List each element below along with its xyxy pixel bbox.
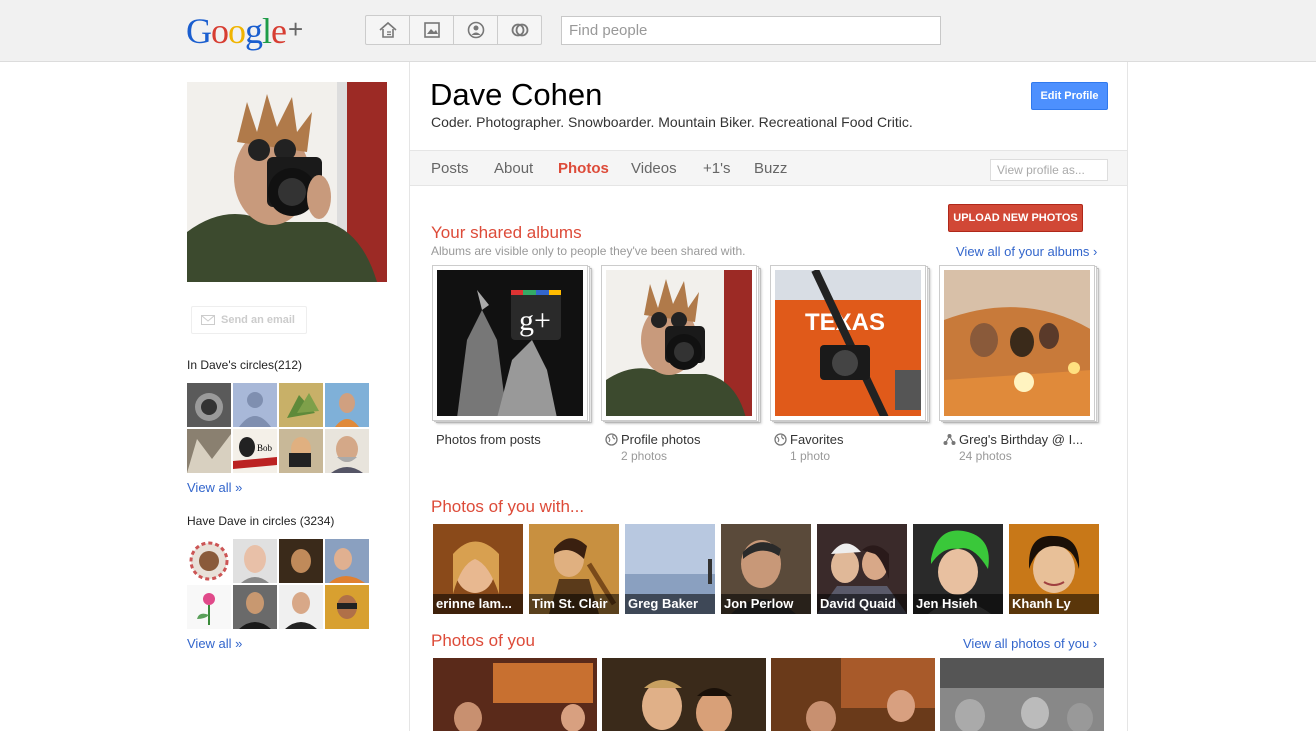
view-all-in-circles-link[interactable]: View all » [187, 480, 242, 495]
profile-icon [467, 21, 484, 39]
follower-avatar[interactable] [233, 585, 277, 629]
profile-photo[interactable] [187, 82, 387, 282]
photos-with-title: Photos of you with... [431, 497, 585, 516]
follower-avatar[interactable] [325, 539, 369, 583]
shared-albums-title: Your shared albums [431, 223, 582, 242]
follower-avatar[interactable] [279, 539, 323, 583]
photo-of-you[interactable] [602, 658, 766, 731]
circle-member-avatar[interactable] [233, 383, 277, 427]
profile-name: Dave Cohen [430, 77, 603, 112]
photo-of-you[interactable] [940, 658, 1104, 731]
edit-profile-button[interactable]: Edit Profile [1031, 82, 1108, 110]
profile-tagline: Coder. Photographer. Snowboarder. Mounta… [431, 114, 913, 130]
circle-member-avatar[interactable] [279, 383, 323, 427]
profile-tabs: Posts About Photos Videos +1's Buzz View… [410, 150, 1127, 186]
tab-videos[interactable]: Videos [631, 160, 677, 177]
follower-avatar[interactable] [279, 585, 323, 629]
person-tile[interactable]: David Quaid [817, 524, 907, 614]
home-nav-button[interactable] [365, 15, 410, 45]
album-title: Photos from posts [436, 432, 541, 447]
upload-new-photos-button[interactable]: UPLOAD NEW PHOTOS [948, 204, 1083, 232]
in-circles-title: In Dave's circles(212) [187, 358, 302, 372]
person-name: Khanh Ly [1009, 594, 1099, 614]
home-icon [378, 21, 397, 38]
tab-about[interactable]: About [494, 160, 533, 177]
album-card[interactable]: g+ Photos from posts [432, 265, 592, 447]
photo-of-you[interactable] [771, 658, 935, 731]
circle-member-avatar[interactable] [279, 429, 323, 473]
have-in-circles-title: Have Dave in circles (3234) [187, 514, 335, 528]
photos-nav-button[interactable] [409, 15, 454, 45]
shared-albums-subtitle: Albums are visible only to people they'v… [431, 244, 746, 258]
person-name: Jen Hsieh [913, 594, 1003, 614]
person-name: Tim St. Clair [529, 594, 619, 614]
view-all-followers-link[interactable]: View all » [187, 636, 242, 651]
circle-member-avatar[interactable] [187, 383, 231, 427]
album-title: Greg's Birthday @ I... [959, 432, 1084, 447]
album-cover [606, 270, 752, 416]
view-profile-as-input[interactable]: View profile as... [990, 159, 1108, 181]
have-in-circles-grid [187, 539, 369, 629]
follower-avatar[interactable] [187, 539, 231, 583]
album-card[interactable]: Greg's Birthday @ I... 24 photos [939, 265, 1099, 463]
album-title: Profile photos [621, 432, 701, 447]
circle-member-avatar[interactable] [187, 429, 231, 473]
globe-icon [605, 433, 618, 446]
profile-nav-button[interactable] [453, 15, 498, 45]
send-email-button[interactable]: Send an email [191, 306, 307, 334]
album-count: 24 photos [959, 449, 1012, 463]
person-tile[interactable]: Jen Hsieh [913, 524, 1003, 614]
tab-buzz[interactable]: Buzz [754, 160, 787, 177]
tab-plusones[interactable]: +1's [703, 160, 730, 177]
person-tile[interactable]: Khanh Ly [1009, 524, 1099, 614]
album-title: Favorites [790, 432, 844, 447]
person-name: Jon Perlow [721, 594, 811, 614]
person-name: erinne lam... [433, 594, 523, 614]
album-count: 1 photo [790, 449, 831, 463]
circles-icon [511, 23, 528, 37]
album-cover: TEXAS [775, 270, 921, 416]
shared-icon [943, 434, 956, 445]
circle-member-avatar[interactable] [325, 383, 369, 427]
tab-posts[interactable]: Posts [431, 160, 469, 177]
tab-photos[interactable]: Photos [558, 160, 609, 177]
view-all-photos-of-you-link[interactable]: View all photos of you › [963, 636, 1097, 651]
person-tile[interactable]: Jon Perlow [721, 524, 811, 614]
view-all-albums-link[interactable]: View all of your albums › [956, 244, 1097, 259]
top-bar: Google+ [0, 0, 1316, 62]
svg-text:Bob: Bob [257, 443, 273, 453]
album-card[interactable]: TEXAS Favorites 1 photo [770, 265, 930, 463]
svg-text:g+: g+ [519, 304, 551, 337]
in-circles-grid: Bob [187, 383, 369, 473]
person-name: Greg Baker [625, 594, 715, 614]
photos-icon [423, 22, 440, 38]
send-email-label: Send an email [221, 314, 295, 326]
album-card[interactable]: Profile photos 2 photos [601, 265, 761, 463]
person-tile[interactable]: erinne lam... [433, 524, 523, 614]
album-cover: g+ [437, 270, 583, 416]
find-people-input[interactable] [561, 16, 941, 45]
google-plus-logo[interactable]: Google+ [186, 10, 303, 52]
circle-member-avatar[interactable]: Bob [233, 429, 277, 473]
follower-avatar[interactable] [325, 585, 369, 629]
envelope-icon [201, 315, 215, 325]
photos-of-you-title: Photos of you [431, 631, 535, 650]
circle-member-avatar[interactable] [325, 429, 369, 473]
main-nav [365, 15, 542, 45]
person-name: David Quaid [817, 594, 907, 614]
follower-avatar[interactable] [187, 585, 231, 629]
globe-icon [774, 433, 787, 446]
main-content: Dave Cohen Coder. Photographer. Snowboar… [409, 62, 1128, 731]
person-tile[interactable]: Tim St. Clair [529, 524, 619, 614]
person-tile[interactable]: Greg Baker [625, 524, 715, 614]
circles-nav-button[interactable] [497, 15, 542, 45]
photo-of-you[interactable] [433, 658, 597, 731]
album-cover [944, 270, 1090, 416]
album-count: 2 photos [621, 449, 668, 463]
follower-avatar[interactable] [233, 539, 277, 583]
